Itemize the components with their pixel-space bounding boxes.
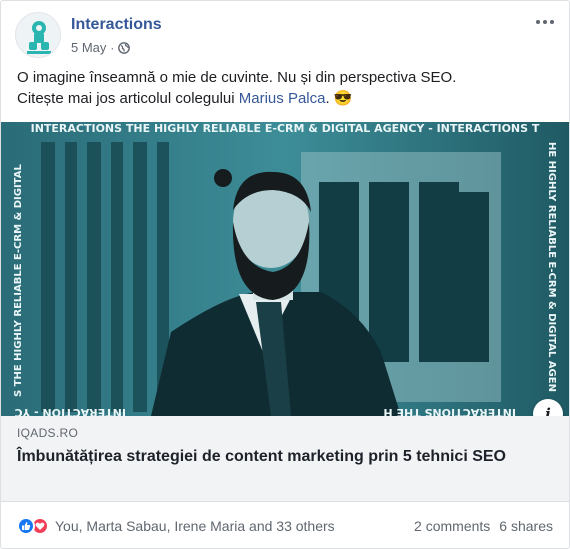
interactions-logo-icon <box>17 14 60 57</box>
meta-separator: · <box>110 40 115 55</box>
link-domain: IQADS.RO <box>17 426 79 440</box>
post-header: Interactions 5 May · <box>15 12 557 60</box>
post-card: Interactions 5 May · O imagine înseamnă … <box>0 0 570 549</box>
banner-bottom-left-text: INTERACTION - YC <box>15 406 126 416</box>
engagement-counts: 2 comments 6 shares <box>414 518 553 534</box>
banner-right-text: HE HIGHLY RELIABLE E-CRM & DIGITAL AGEN <box>546 142 557 392</box>
mention-link[interactable]: Marius Palca <box>239 90 326 107</box>
globe-icon[interactable] <box>118 41 131 54</box>
reaction-names[interactable]: You, Marta Sabau, Irene Maria and 33 oth… <box>55 518 335 534</box>
sunglasses-emoji-icon: 😎 <box>333 90 353 107</box>
post-footer: You, Marta Sabau, Irene Maria and 33 oth… <box>1 503 569 549</box>
portrait-photo: INTERACTIONS THE HIGHLY RELIABLE E-CRM &… <box>1 122 569 416</box>
banner-left-text: S THE HIGHLY RELIABLE E-CRM & DIGITAL <box>13 164 24 397</box>
link-preview[interactable]: IQADS.RO Îmbunătățirea strategiei de con… <box>1 416 569 502</box>
post-text-prefix: Citește mai jos articolul colegului <box>17 90 239 107</box>
comments-count[interactable]: 2 comments <box>414 518 490 534</box>
banner-bottom-right-text: INTERACTIONS THE H <box>383 406 516 416</box>
post-image[interactable]: INTERACTIONS THE HIGHLY RELIABLE E-CRM &… <box>1 122 569 416</box>
post-text-suffix: . <box>325 90 330 107</box>
more-horizontal-icon[interactable] <box>533 14 557 30</box>
link-title: Îmbunătățirea strategiei de content mark… <box>17 448 506 465</box>
banner-top-text: INTERACTIONS THE HIGHLY RELIABLE E-CRM &… <box>31 122 540 135</box>
post-date[interactable]: 5 May <box>71 40 106 55</box>
post-meta: 5 May · <box>71 40 131 55</box>
like-reaction-icon <box>17 517 35 535</box>
reactions-summary[interactable]: You, Marta Sabau, Irene Maria and 33 oth… <box>17 517 335 535</box>
post-body: O imagine înseamnă o mie de cuvinte. Nu … <box>17 67 557 109</box>
shares-count[interactable]: 6 shares <box>499 518 553 534</box>
post-text-line1: O imagine înseamnă o mie de cuvinte. Nu … <box>17 69 457 86</box>
page-avatar[interactable] <box>15 12 61 58</box>
page-name-link[interactable]: Interactions <box>71 16 162 34</box>
post-text-line2: Citește mai jos articolul colegului Mari… <box>17 88 557 109</box>
